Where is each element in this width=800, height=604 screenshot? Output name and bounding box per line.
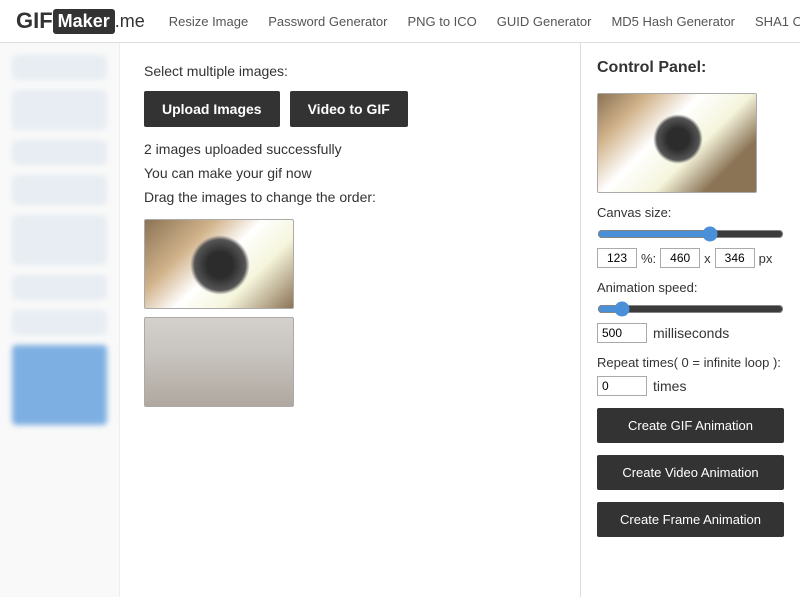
image-thumb-2[interactable] xyxy=(144,317,294,407)
upload-status: 2 images uploaded successfully xyxy=(144,141,556,157)
select-images-label: Select multiple images: xyxy=(144,63,556,79)
canvas-size-section: Canvas size: %: x px xyxy=(597,205,784,268)
control-panel-title: Control Panel: xyxy=(597,59,784,77)
canvas-size-inputs: %: x px xyxy=(597,248,784,268)
make-gif-note: You can make your gif now xyxy=(144,165,556,181)
percent-symbol: %: xyxy=(641,251,656,266)
sidebar-ad-2 xyxy=(12,90,107,130)
speed-value-row: milliseconds xyxy=(597,323,784,343)
header: GIFMaker.me Resize Image Password Genera… xyxy=(0,0,800,43)
logo-gif-text: GIF xyxy=(16,8,53,34)
create-frame-button[interactable]: Create Frame Animation xyxy=(597,502,784,537)
nav-resize-image[interactable]: Resize Image xyxy=(169,14,248,29)
nav-md5-hash[interactable]: MD5 Hash Generator xyxy=(611,14,735,29)
image-thumb-1[interactable] xyxy=(144,219,294,309)
canvas-width-input[interactable] xyxy=(660,248,700,268)
create-gif-button[interactable]: Create GIF Animation xyxy=(597,408,784,443)
nav-password-generator[interactable]: Password Generator xyxy=(268,14,387,29)
create-video-button[interactable]: Create Video Animation xyxy=(597,455,784,490)
nav-guid-generator[interactable]: GUID Generator xyxy=(497,14,592,29)
repeat-value-row: times xyxy=(597,376,784,396)
px-label: px xyxy=(759,251,773,266)
logo-maker-text: Maker xyxy=(53,9,115,34)
sidebar-ad-1 xyxy=(12,55,107,80)
animation-speed-input[interactable] xyxy=(597,323,647,343)
video-to-gif-button[interactable]: Video to GIF xyxy=(290,91,408,127)
repeat-times-label: Repeat times( 0 = infinite loop ): xyxy=(597,355,784,370)
sidebar-ad-3 xyxy=(12,140,107,165)
sidebar-ad-8 xyxy=(12,345,107,425)
canvas-size-label: Canvas size: xyxy=(597,205,784,220)
nav-sha1-online[interactable]: SHA1 Online xyxy=(755,14,800,29)
size-x-separator: x xyxy=(704,251,711,266)
canvas-height-input[interactable] xyxy=(715,248,755,268)
sidebar-ad-5 xyxy=(12,215,107,265)
main-layout: Select multiple images: Upload Images Vi… xyxy=(0,43,800,597)
upload-images-button[interactable]: Upload Images xyxy=(144,91,280,127)
upload-buttons-group: Upload Images Video to GIF xyxy=(144,91,556,127)
canvas-percent-input[interactable] xyxy=(597,248,637,268)
sidebar-ad-6 xyxy=(12,275,107,300)
repeat-times-input[interactable] xyxy=(597,376,647,396)
logo[interactable]: GIFMaker.me xyxy=(16,8,145,34)
canvas-size-slider[interactable] xyxy=(597,226,784,242)
image-list xyxy=(144,219,556,407)
sidebar-ad-4 xyxy=(12,175,107,205)
repeat-times-section: Repeat times( 0 = infinite loop ): times xyxy=(597,355,784,396)
logo-me-text: .me xyxy=(115,11,145,32)
times-label: times xyxy=(653,378,686,394)
animation-speed-section: Animation speed: milliseconds xyxy=(597,280,784,343)
animation-speed-slider[interactable] xyxy=(597,301,784,317)
animation-speed-label: Animation speed: xyxy=(597,280,784,295)
nav-png-to-ico[interactable]: PNG to ICO xyxy=(407,14,476,29)
sidebar-ad-7 xyxy=(12,310,107,335)
content-area: Select multiple images: Upload Images Vi… xyxy=(120,43,580,597)
sidebar xyxy=(0,43,120,597)
milliseconds-label: milliseconds xyxy=(653,325,729,341)
drag-order-note: Drag the images to change the order: xyxy=(144,189,556,205)
main-nav: Resize Image Password Generator PNG to I… xyxy=(169,14,800,29)
control-panel: Control Panel: Canvas size: %: x px Anim… xyxy=(580,43,800,597)
preview-image xyxy=(597,93,757,193)
